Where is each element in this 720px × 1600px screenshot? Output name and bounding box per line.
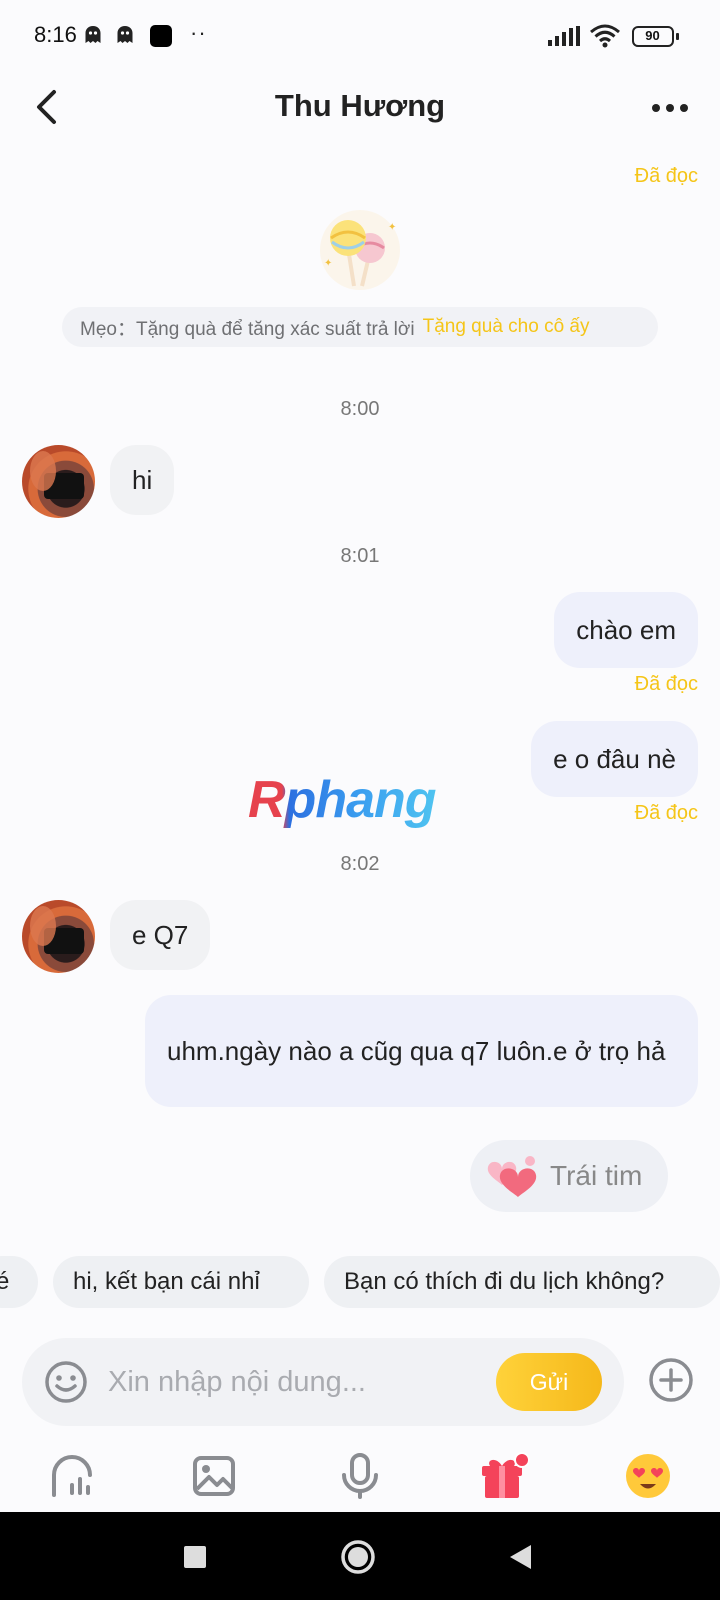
message-timestamp: 8:02 (340, 853, 380, 875)
chart-icon (52, 1455, 92, 1497)
more-notifications-icon: ·· (190, 20, 207, 45)
gift-icon (482, 1452, 530, 1498)
incoming-message[interactable]: e Q7 (110, 900, 211, 970)
quick-reply-chip[interactable]: hi, kết bạn cái nhỉ (53, 1256, 309, 1308)
system-back-button[interactable] (497, 1534, 543, 1580)
home-button[interactable] (335, 1534, 381, 1580)
message-composer: Gửi (22, 1338, 624, 1426)
image-icon (193, 1456, 235, 1496)
emoji-heart-eyes-icon (626, 1454, 670, 1498)
gift-button[interactable] (474, 1446, 534, 1506)
send-heart-button[interactable]: Trái tim (470, 1140, 668, 1212)
status-time: 8:16 (34, 22, 77, 47)
svg-text:✦: ✦ (388, 222, 396, 233)
svg-text:✦: ✦ (324, 258, 332, 269)
message-timestamp: 8:01 (340, 545, 380, 567)
outgoing-message[interactable]: uhm.ngày nào a cũg qua q7 luôn.e ở trọ h… (145, 995, 698, 1107)
system-nav-bar (0, 1512, 720, 1600)
status-bar: 8:16 ·· 90 (0, 0, 720, 72)
image-button[interactable] (184, 1446, 244, 1506)
hearts-icon (487, 1156, 537, 1197)
chevron-left-icon (37, 90, 56, 124)
gift-tip-bar: Mẹo：Tặng quà để tăng xác suất trả lời Tặ… (62, 307, 658, 347)
microphone-icon (342, 1453, 378, 1499)
message-timestamp: 8:00 (340, 398, 380, 420)
incoming-message[interactable]: hi (110, 445, 175, 515)
more-horizontal-icon (652, 104, 688, 112)
battery-level: 90 (645, 28, 660, 43)
read-receipt: Đã đọc (634, 673, 698, 695)
more-options-button[interactable] (646, 88, 694, 128)
read-receipt: Đã đọc (634, 165, 698, 187)
triangle-back-icon (510, 1545, 531, 1569)
messenger-notification-icon (85, 26, 101, 43)
home-circle-icon (341, 1540, 375, 1574)
read-receipt: Đã đọc (634, 802, 698, 824)
recents-button[interactable] (172, 1534, 218, 1580)
chat-toolbar (0, 1440, 720, 1512)
battery-icon: 90 (632, 26, 679, 47)
lollipop-icon[interactable]: ✦✦ (318, 208, 402, 292)
send-button[interactable]: Gửi (496, 1353, 602, 1411)
avatar[interactable] (22, 445, 95, 518)
chat-header: Thu Hương (0, 72, 720, 142)
signal-icon (548, 26, 580, 46)
avatar[interactable] (22, 900, 95, 973)
tip-text: Mẹo：Tặng quà để tăng xác suất trả lời (80, 318, 415, 340)
add-plus-icon[interactable] (648, 1357, 694, 1403)
emoji-icon[interactable] (44, 1360, 88, 1404)
back-button[interactable] (22, 82, 70, 132)
square-icon (184, 1546, 206, 1568)
outgoing-message[interactable]: e o đâu nè (531, 721, 698, 797)
wifi-icon (590, 24, 620, 48)
app-notification-icon (150, 25, 172, 47)
quick-reply-chip[interactable]: é (0, 1256, 38, 1308)
emoji-button[interactable] (618, 1446, 678, 1506)
chat-title: Thu Hương (274, 88, 446, 123)
voice-button[interactable] (330, 1446, 390, 1506)
stats-button[interactable] (42, 1446, 102, 1506)
message-input[interactable] (108, 1356, 478, 1408)
outgoing-message[interactable]: chào em (554, 592, 698, 668)
quick-reply-chip[interactable]: Bạn có thích đi du lịch không? (324, 1256, 720, 1308)
messenger-notification-icon (117, 26, 133, 43)
watermark-logo: Rphang (248, 771, 437, 829)
heart-chip-label: Trái tim (550, 1160, 643, 1191)
send-gift-link[interactable]: Tặng quà cho cô ấy (423, 316, 590, 338)
